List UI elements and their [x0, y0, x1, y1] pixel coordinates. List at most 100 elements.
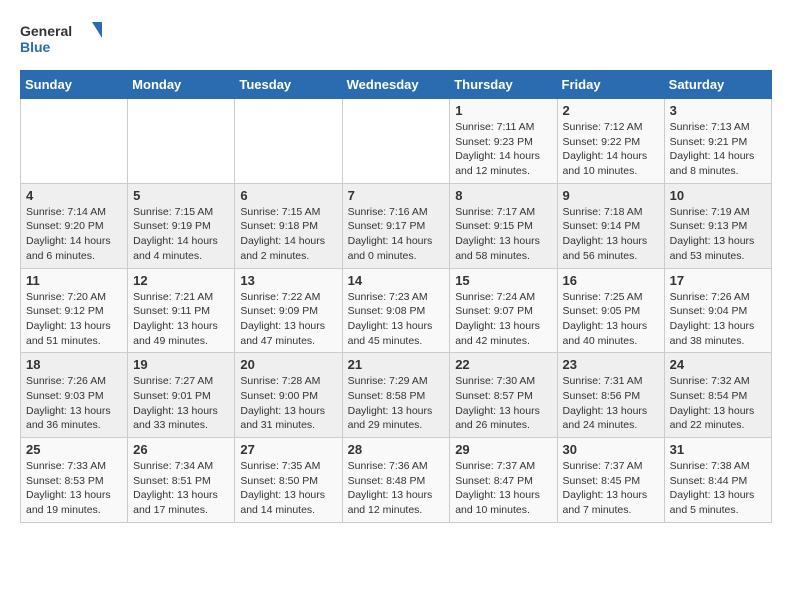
column-header-monday: Monday	[128, 71, 235, 99]
calendar-cell: 9 Sunrise: 7:18 AM Sunset: 9:14 PM Daylig…	[557, 183, 664, 268]
calendar-cell: 17 Sunrise: 7:26 AM Sunset: 9:04 PM Dayli…	[664, 268, 771, 353]
calendar-cell: 2 Sunrise: 7:12 AM Sunset: 9:22 PM Daylig…	[557, 99, 664, 184]
calendar-cell: 7 Sunrise: 7:16 AM Sunset: 9:17 PM Daylig…	[342, 183, 450, 268]
day-info: Sunrise: 7:21 AM Sunset: 9:11 PM Dayligh…	[133, 290, 229, 349]
day-info: Sunrise: 7:31 AM Sunset: 8:56 PM Dayligh…	[563, 374, 659, 433]
day-number: 28	[348, 442, 445, 457]
column-header-tuesday: Tuesday	[235, 71, 342, 99]
svg-text:General: General	[20, 23, 72, 39]
day-number: 8	[455, 188, 551, 203]
day-number: 14	[348, 273, 445, 288]
day-info: Sunrise: 7:27 AM Sunset: 9:01 PM Dayligh…	[133, 374, 229, 433]
day-number: 21	[348, 357, 445, 372]
day-info: Sunrise: 7:17 AM Sunset: 9:15 PM Dayligh…	[455, 205, 551, 264]
day-info: Sunrise: 7:23 AM Sunset: 9:08 PM Dayligh…	[348, 290, 445, 349]
calendar-cell: 26 Sunrise: 7:34 AM Sunset: 8:51 PM Dayli…	[128, 438, 235, 523]
day-info: Sunrise: 7:32 AM Sunset: 8:54 PM Dayligh…	[670, 374, 766, 433]
column-header-wednesday: Wednesday	[342, 71, 450, 99]
day-number: 4	[26, 188, 122, 203]
calendar-cell: 30 Sunrise: 7:37 AM Sunset: 8:45 PM Dayli…	[557, 438, 664, 523]
day-number: 15	[455, 273, 551, 288]
day-number: 17	[670, 273, 766, 288]
day-info: Sunrise: 7:15 AM Sunset: 9:19 PM Dayligh…	[133, 205, 229, 264]
day-info: Sunrise: 7:37 AM Sunset: 8:47 PM Dayligh…	[455, 459, 551, 518]
day-number: 30	[563, 442, 659, 457]
day-number: 9	[563, 188, 659, 203]
day-number: 6	[240, 188, 336, 203]
day-number: 3	[670, 103, 766, 118]
calendar-cell: 10Sunrise: 7:19 AM Sunset: 9:13 PM Dayli…	[664, 183, 771, 268]
calendar-cell: 11 Sunrise: 7:20 AM Sunset: 9:12 PM Dayli…	[21, 268, 128, 353]
calendar-cell: 3 Sunrise: 7:13 AM Sunset: 9:21 PM Daylig…	[664, 99, 771, 184]
column-header-friday: Friday	[557, 71, 664, 99]
calendar-cell: 6 Sunrise: 7:15 AM Sunset: 9:18 PM Daylig…	[235, 183, 342, 268]
day-number: 25	[26, 442, 122, 457]
day-info: Sunrise: 7:15 AM Sunset: 9:18 PM Dayligh…	[240, 205, 336, 264]
calendar-cell: 23 Sunrise: 7:31 AM Sunset: 8:56 PM Dayli…	[557, 353, 664, 438]
calendar-cell: 1 Sunrise: 7:11 AM Sunset: 9:23 PM Daylig…	[450, 99, 557, 184]
calendar-cell: 21 Sunrise: 7:29 AM Sunset: 8:58 PM Dayli…	[342, 353, 450, 438]
day-info: Sunrise: 7:25 AM Sunset: 9:05 PM Dayligh…	[563, 290, 659, 349]
day-number: 26	[133, 442, 229, 457]
calendar-cell: 12 Sunrise: 7:21 AM Sunset: 9:11 PM Dayli…	[128, 268, 235, 353]
calendar-cell: 8 Sunrise: 7:17 AM Sunset: 9:15 PM Daylig…	[450, 183, 557, 268]
column-header-sunday: Sunday	[21, 71, 128, 99]
day-info: Sunrise: 7:35 AM Sunset: 8:50 PM Dayligh…	[240, 459, 336, 518]
day-info: Sunrise: 7:20 AM Sunset: 9:12 PM Dayligh…	[26, 290, 122, 349]
calendar-cell: 15 Sunrise: 7:24 AM Sunset: 9:07 PM Dayli…	[450, 268, 557, 353]
calendar-table: SundayMondayTuesdayWednesdayThursdayFrid…	[20, 70, 772, 523]
day-info: Sunrise: 7:29 AM Sunset: 8:58 PM Dayligh…	[348, 374, 445, 433]
day-number: 13	[240, 273, 336, 288]
calendar-cell: 16 Sunrise: 7:25 AM Sunset: 9:05 PM Dayli…	[557, 268, 664, 353]
day-info: Sunrise: 7:16 AM Sunset: 9:17 PM Dayligh…	[348, 205, 445, 264]
calendar-cell: 13 Sunrise: 7:22 AM Sunset: 9:09 PM Dayli…	[235, 268, 342, 353]
day-number: 31	[670, 442, 766, 457]
svg-text:Blue: Blue	[20, 39, 51, 55]
day-info: Sunrise: 7:11 AM Sunset: 9:23 PM Dayligh…	[455, 120, 551, 179]
day-info: Sunrise: 7:24 AM Sunset: 9:07 PM Dayligh…	[455, 290, 551, 349]
calendar-cell	[21, 99, 128, 184]
day-number: 5	[133, 188, 229, 203]
day-number: 23	[563, 357, 659, 372]
day-number: 20	[240, 357, 336, 372]
day-info: Sunrise: 7:18 AM Sunset: 9:14 PM Dayligh…	[563, 205, 659, 264]
calendar-cell: 27Sunrise: 7:35 AM Sunset: 8:50 PM Dayli…	[235, 438, 342, 523]
calendar-cell: 19 Sunrise: 7:27 AM Sunset: 9:01 PM Dayli…	[128, 353, 235, 438]
day-info: Sunrise: 7:13 AM Sunset: 9:21 PM Dayligh…	[670, 120, 766, 179]
day-number: 7	[348, 188, 445, 203]
calendar-cell: 31Sunrise: 7:38 AM Sunset: 8:44 PM Dayli…	[664, 438, 771, 523]
day-info: Sunrise: 7:26 AM Sunset: 9:04 PM Dayligh…	[670, 290, 766, 349]
calendar-cell	[342, 99, 450, 184]
day-number: 18	[26, 357, 122, 372]
day-info: Sunrise: 7:12 AM Sunset: 9:22 PM Dayligh…	[563, 120, 659, 179]
day-number: 12	[133, 273, 229, 288]
header-row: SundayMondayTuesdayWednesdayThursdayFrid…	[21, 71, 772, 99]
day-info: Sunrise: 7:33 AM Sunset: 8:53 PM Dayligh…	[26, 459, 122, 518]
day-info: Sunrise: 7:36 AM Sunset: 8:48 PM Dayligh…	[348, 459, 445, 518]
calendar-cell: 4 Sunrise: 7:14 AM Sunset: 9:20 PM Daylig…	[21, 183, 128, 268]
day-number: 10	[670, 188, 766, 203]
calendar-cell: 29Sunrise: 7:37 AM Sunset: 8:47 PM Dayli…	[450, 438, 557, 523]
day-info: Sunrise: 7:14 AM Sunset: 9:20 PM Dayligh…	[26, 205, 122, 264]
calendar-cell: 22Sunrise: 7:30 AM Sunset: 8:57 PM Dayli…	[450, 353, 557, 438]
week-row-5: 25 Sunrise: 7:33 AM Sunset: 8:53 PM Dayli…	[21, 438, 772, 523]
day-info: Sunrise: 7:34 AM Sunset: 8:51 PM Dayligh…	[133, 459, 229, 518]
calendar-cell: 24Sunrise: 7:32 AM Sunset: 8:54 PM Dayli…	[664, 353, 771, 438]
day-info: Sunrise: 7:22 AM Sunset: 9:09 PM Dayligh…	[240, 290, 336, 349]
day-number: 19	[133, 357, 229, 372]
day-number: 11	[26, 273, 122, 288]
day-number: 16	[563, 273, 659, 288]
calendar-cell: 14 Sunrise: 7:23 AM Sunset: 9:08 PM Dayli…	[342, 268, 450, 353]
calendar-cell	[235, 99, 342, 184]
week-row-1: 1 Sunrise: 7:11 AM Sunset: 9:23 PM Daylig…	[21, 99, 772, 184]
day-info: Sunrise: 7:37 AM Sunset: 8:45 PM Dayligh…	[563, 459, 659, 518]
calendar-cell: 5 Sunrise: 7:15 AM Sunset: 9:19 PM Daylig…	[128, 183, 235, 268]
page-header: GeneralBlue	[20, 20, 772, 60]
calendar-cell: 25 Sunrise: 7:33 AM Sunset: 8:53 PM Dayli…	[21, 438, 128, 523]
calendar-cell: 18 Sunrise: 7:26 AM Sunset: 9:03 PM Dayli…	[21, 353, 128, 438]
day-info: Sunrise: 7:26 AM Sunset: 9:03 PM Dayligh…	[26, 374, 122, 433]
column-header-thursday: Thursday	[450, 71, 557, 99]
day-number: 1	[455, 103, 551, 118]
day-info: Sunrise: 7:30 AM Sunset: 8:57 PM Dayligh…	[455, 374, 551, 433]
day-number: 2	[563, 103, 659, 118]
